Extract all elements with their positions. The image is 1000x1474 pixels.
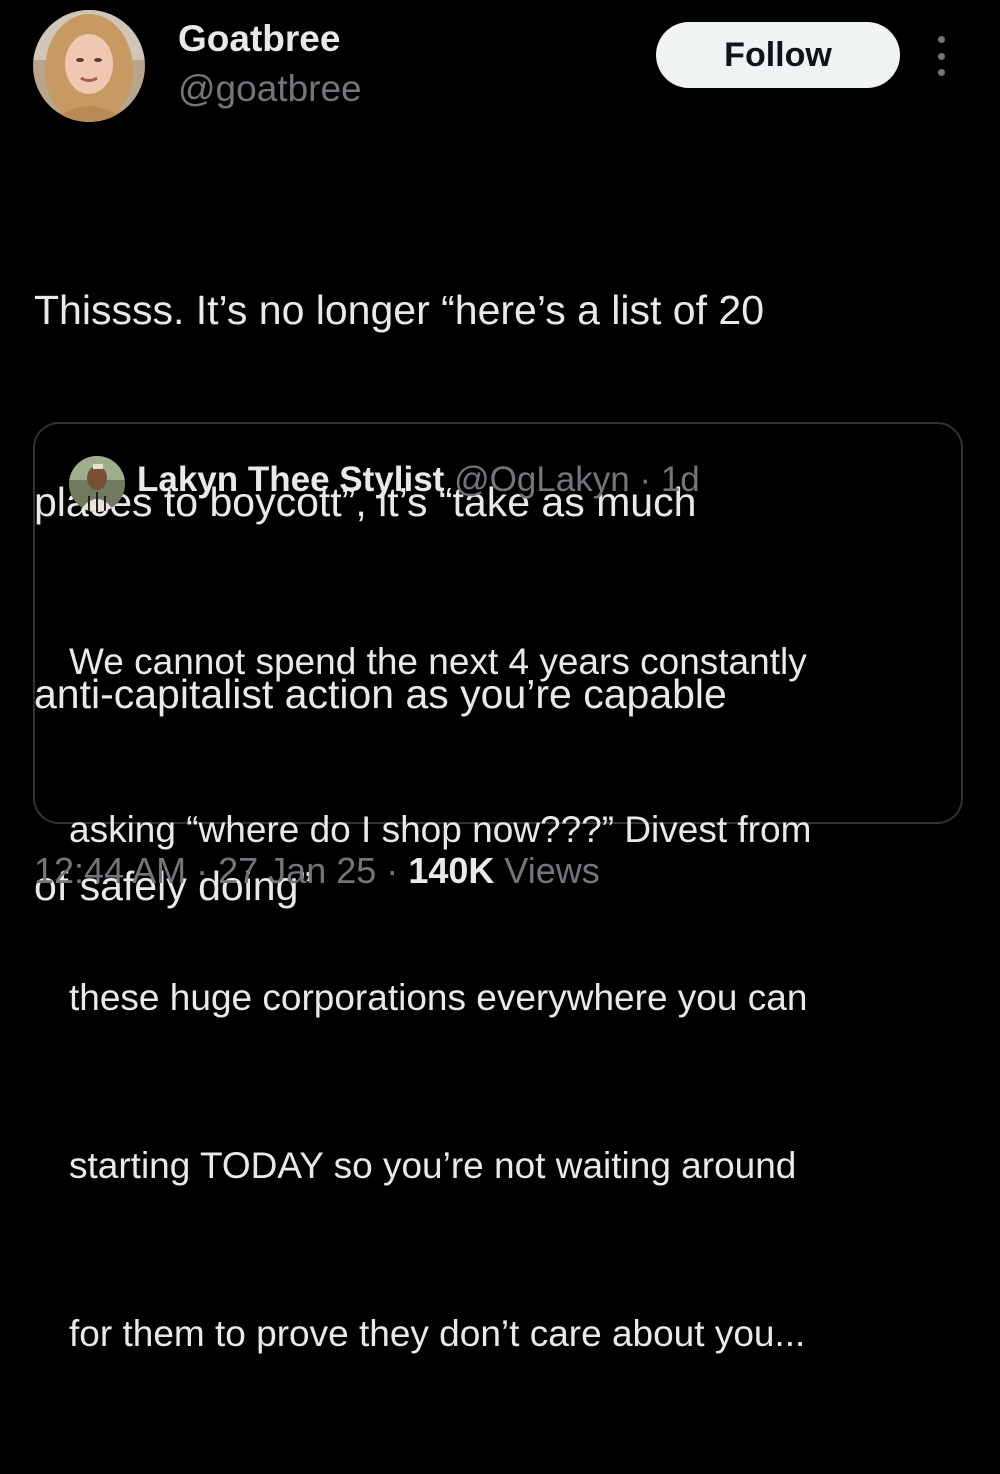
quote-text-line: starting TODAY so you’re not waiting aro… xyxy=(69,1145,797,1186)
author-name[interactable]: Goatbree xyxy=(178,18,340,60)
tweet-meta: 12:44 AM · 27 Jan 25 · 140K Views xyxy=(34,850,600,892)
quote-separator: · xyxy=(639,460,652,499)
quote-text: We cannot spend the next 4 years constan… xyxy=(69,522,949,1474)
quote-author-name[interactable]: Lakyn Thee Stylist xyxy=(137,460,444,499)
views-label: Views xyxy=(504,850,600,891)
tweet-date[interactable]: 27 Jan 25 xyxy=(218,850,376,891)
tweet-time[interactable]: 12:44 AM xyxy=(34,850,186,891)
quote-author-handle[interactable]: @OgLakyn xyxy=(454,460,630,499)
views-count: 140K xyxy=(408,850,495,891)
quote-header: Lakyn Thee Stylist @OgLakyn · 1d xyxy=(137,460,700,500)
more-dot xyxy=(937,36,945,43)
tweet: Goatbree @goatbree Follow Thissss. It’s … xyxy=(0,0,1000,1354)
author-avatar[interactable] xyxy=(33,10,145,122)
quoted-tweet-card[interactable]: Lakyn Thee Stylist @OgLakyn · 1d We cann… xyxy=(33,422,963,1354)
quote-text-line: We cannot spend the next 4 years constan… xyxy=(69,641,807,682)
author-avatar-image xyxy=(33,10,145,122)
more-dot xyxy=(937,69,945,76)
meta-separator: · xyxy=(196,850,209,891)
quote-timestamp[interactable]: 1d xyxy=(661,460,700,499)
author-handle[interactable]: @goatbree xyxy=(178,68,362,110)
follow-button[interactable]: Follow xyxy=(656,22,900,88)
quote-author-avatar[interactable] xyxy=(69,456,125,512)
quote-avatar-image xyxy=(69,456,125,512)
more-dots-icon[interactable] xyxy=(929,36,953,76)
quote-text-line: these huge corporations everywhere you c… xyxy=(69,977,808,1018)
tweet-text-line: Thissss. It’s no longer “here’s a list o… xyxy=(34,287,764,333)
quote-text-line: for them to prove they don’t care about … xyxy=(69,1313,806,1354)
more-dot xyxy=(937,52,945,60)
meta-separator: · xyxy=(386,850,399,891)
